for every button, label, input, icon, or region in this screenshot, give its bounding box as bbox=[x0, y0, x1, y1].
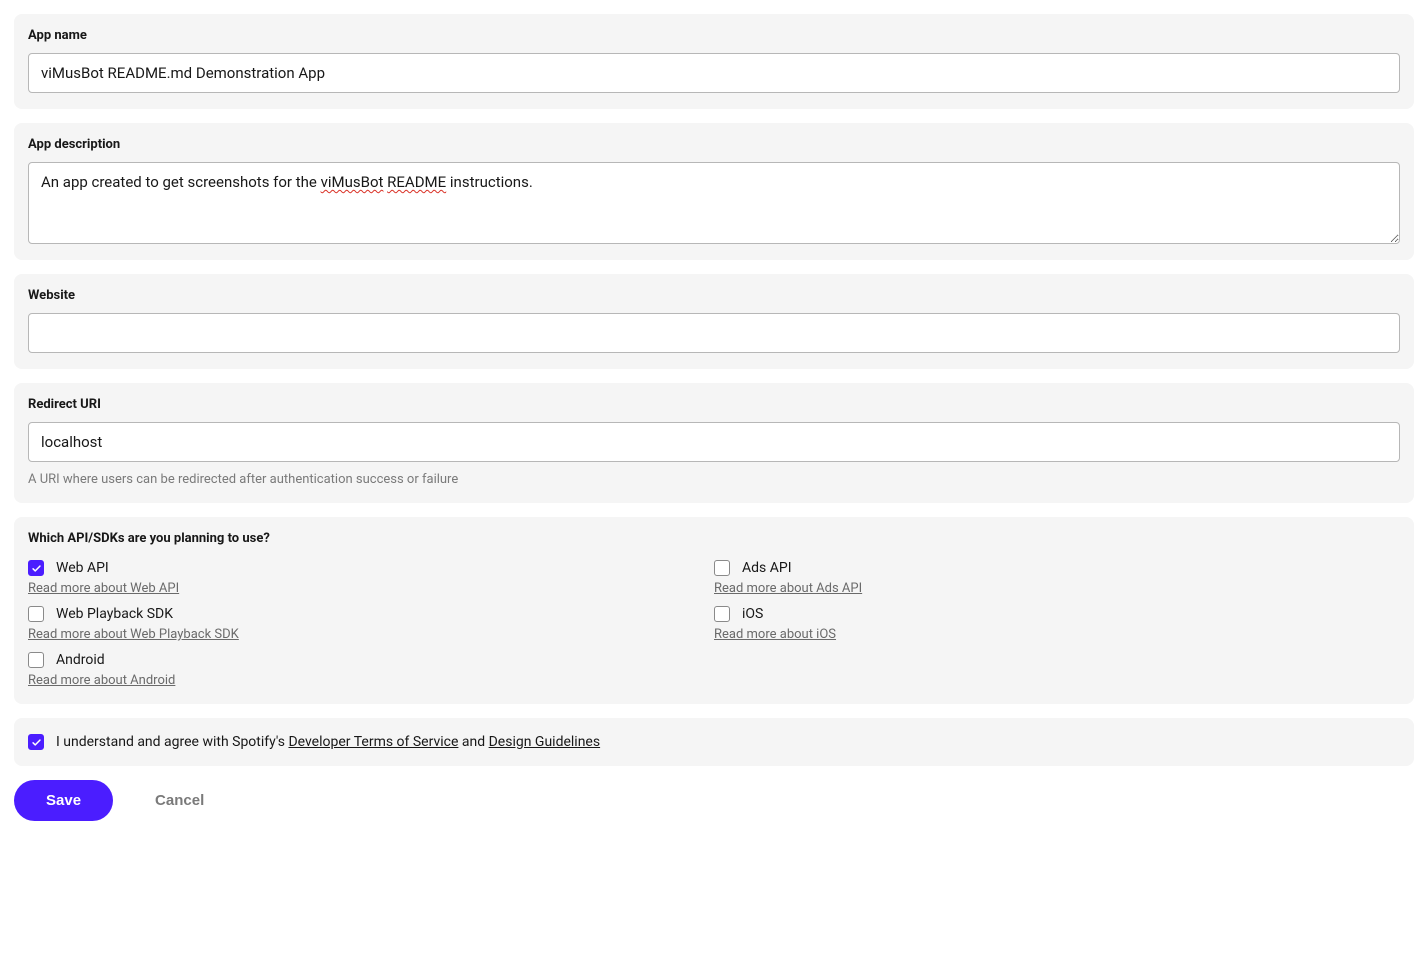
desc-text-spell2: README bbox=[387, 173, 446, 191]
desc-text-suffix: instructions. bbox=[446, 173, 533, 191]
terms-tos-link[interactable]: Developer Terms of Service bbox=[288, 734, 458, 750]
sdk-item-ads-api: Ads API Read more about Ads API bbox=[714, 560, 1400, 596]
terms-prefix: I understand and agree with Spotify's bbox=[56, 734, 288, 750]
check-icon bbox=[31, 737, 42, 748]
cancel-button[interactable]: Cancel bbox=[155, 792, 204, 809]
sdk-panel: Which API/SDKs are you planning to use? … bbox=[14, 517, 1414, 704]
sdk-item-web-playback: Web Playback SDK Read more about Web Pla… bbox=[28, 606, 714, 642]
redirect-panel: Redirect URI A URI where users can be re… bbox=[14, 383, 1414, 503]
redirect-label: Redirect URI bbox=[28, 397, 1400, 412]
terms-guidelines-link[interactable]: Design Guidelines bbox=[489, 734, 600, 750]
checkbox-android[interactable] bbox=[28, 652, 44, 668]
sdk-col-left: Web API Read more about Web API Web Play… bbox=[28, 560, 714, 688]
checkbox-terms[interactable] bbox=[28, 734, 44, 750]
app-description-label: App description bbox=[28, 137, 1400, 152]
redirect-helper: A URI where users can be redirected afte… bbox=[28, 472, 1400, 487]
terms-panel: I understand and agree with Spotify's De… bbox=[14, 718, 1414, 766]
sdk-label: Which API/SDKs are you planning to use? bbox=[28, 531, 1400, 546]
sdk-item-android: Android Read more about Android bbox=[28, 652, 714, 688]
desc-text-prefix: An app created to get screenshots for th… bbox=[41, 173, 321, 191]
website-label: Website bbox=[28, 288, 1400, 303]
sdk-item-web-api: Web API Read more about Web API bbox=[28, 560, 714, 596]
label-web-api: Web API bbox=[56, 560, 109, 576]
app-description-panel: App description An app created to get sc… bbox=[14, 123, 1414, 260]
app-name-panel: App name bbox=[14, 14, 1414, 109]
readmore-ios[interactable]: Read more about iOS bbox=[714, 627, 836, 642]
label-ios: iOS bbox=[742, 606, 763, 622]
website-input[interactable] bbox=[28, 313, 1400, 353]
readmore-web-playback[interactable]: Read more about Web Playback SDK bbox=[28, 627, 239, 642]
label-web-playback: Web Playback SDK bbox=[56, 606, 173, 622]
checkbox-ios[interactable] bbox=[714, 606, 730, 622]
terms-text: I understand and agree with Spotify's De… bbox=[56, 734, 600, 750]
readmore-ads-api[interactable]: Read more about Ads API bbox=[714, 581, 862, 596]
app-description-input[interactable]: An app created to get screenshots for th… bbox=[28, 162, 1400, 244]
desc-text-spell1: viMusBot bbox=[321, 173, 384, 191]
terms-mid: and bbox=[458, 734, 488, 750]
redirect-input[interactable] bbox=[28, 422, 1400, 462]
readmore-android[interactable]: Read more about Android bbox=[28, 673, 175, 688]
app-name-label: App name bbox=[28, 28, 1400, 43]
sdk-item-ios: iOS Read more about iOS bbox=[714, 606, 1400, 642]
website-panel: Website bbox=[14, 274, 1414, 369]
check-icon bbox=[31, 563, 42, 574]
sdk-col-right: Ads API Read more about Ads API iOS Read… bbox=[714, 560, 1400, 688]
checkbox-web-playback[interactable] bbox=[28, 606, 44, 622]
button-row: Save Cancel bbox=[14, 780, 1414, 821]
checkbox-ads-api[interactable] bbox=[714, 560, 730, 576]
save-button[interactable]: Save bbox=[14, 780, 113, 821]
checkbox-web-api[interactable] bbox=[28, 560, 44, 576]
label-ads-api: Ads API bbox=[742, 560, 792, 576]
app-name-input[interactable] bbox=[28, 53, 1400, 93]
readmore-web-api[interactable]: Read more about Web API bbox=[28, 581, 179, 596]
label-android: Android bbox=[56, 652, 105, 668]
